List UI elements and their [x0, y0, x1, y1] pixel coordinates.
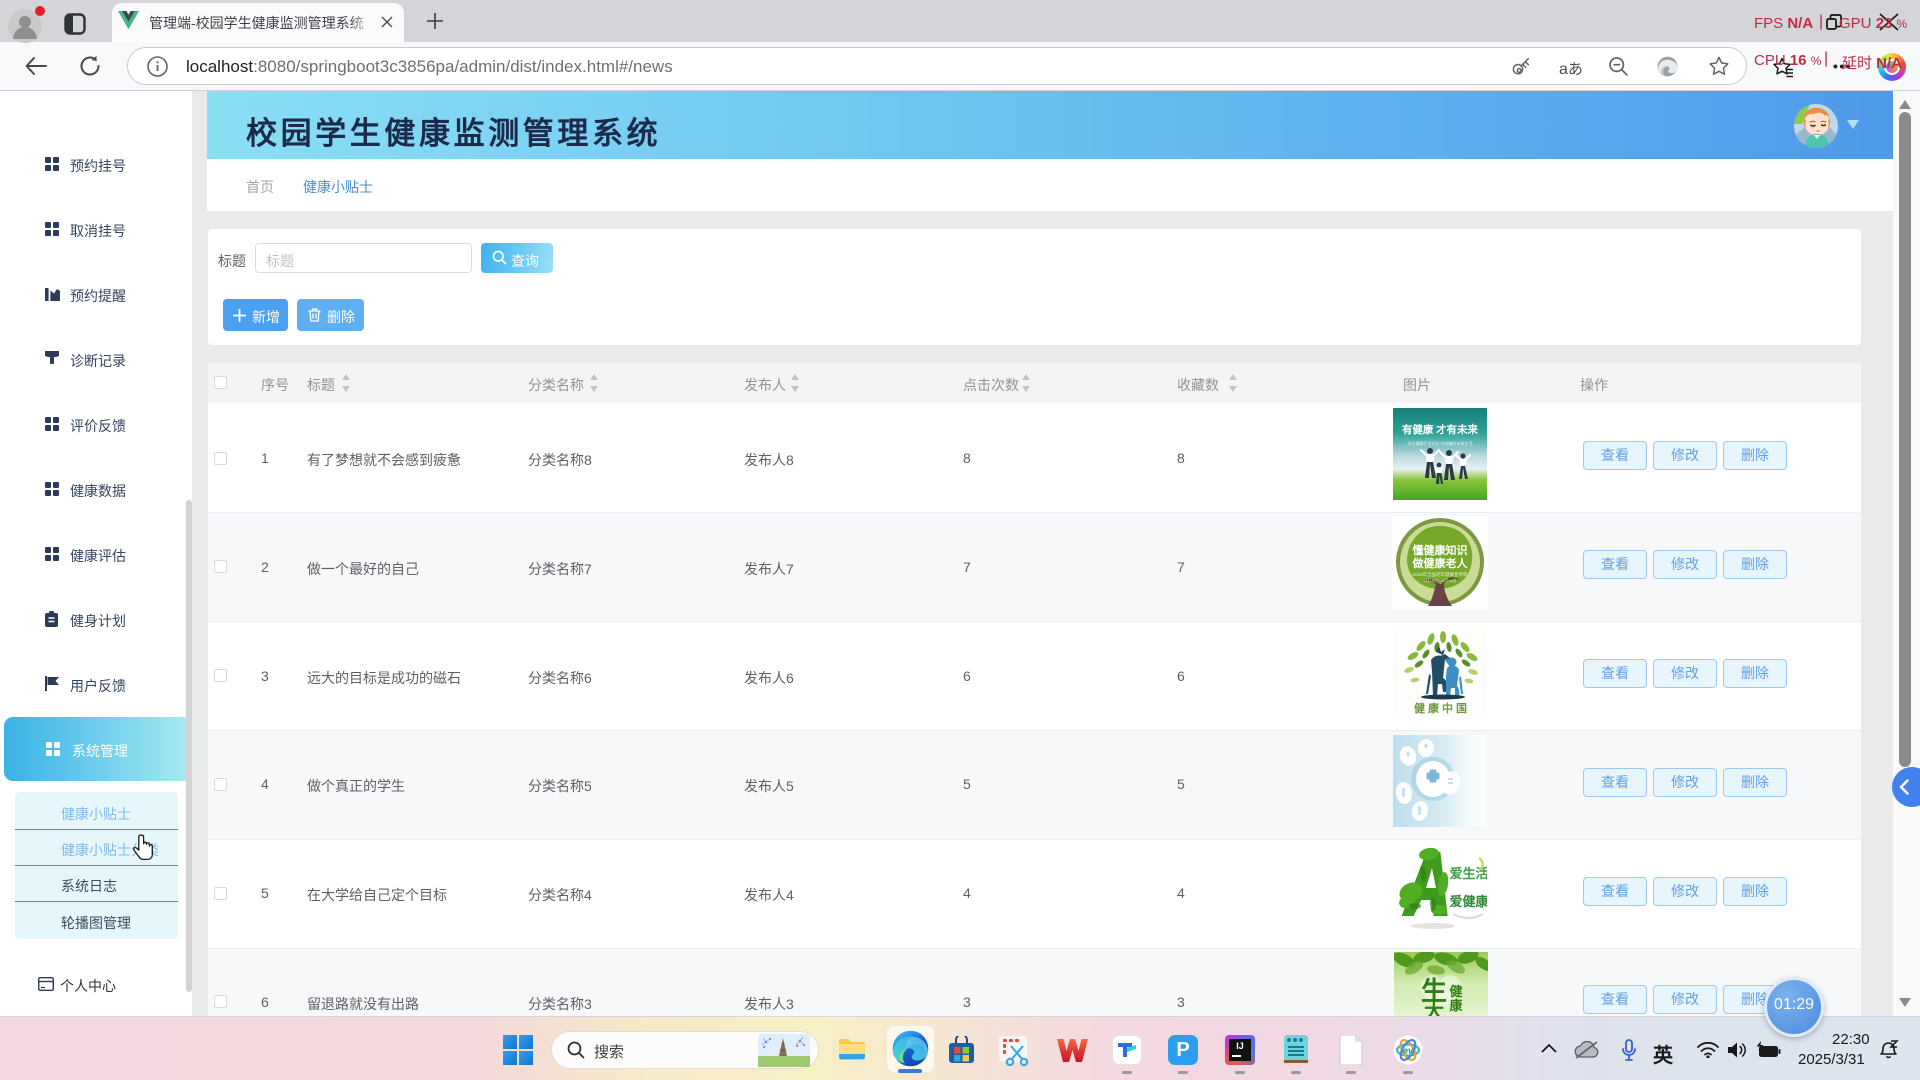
svg-text:关注健康生活方式 共创美好未来生活: 关注健康生活方式 共创美好未来生活: [1407, 440, 1472, 446]
svg-text:康: 康: [1449, 998, 1463, 1013]
svg-text:有健康 才有未来: 有健康 才有未来: [1402, 423, 1479, 436]
svg-text:6月10日—6月16日: 6月10日—6月16日: [1423, 578, 1456, 583]
svg-text:爱健康: 爱健康: [1449, 894, 1487, 909]
svg-text:2019年全国老年健康宣传周: 2019年全国老年健康宣传周: [1412, 571, 1467, 578]
svg-text:ev: ev: [1403, 1046, 1414, 1056]
svg-text:懂健康知识: 懂健康知识: [1413, 543, 1468, 557]
svg-text:健: 健: [1449, 984, 1462, 999]
svg-text:大: 大: [1424, 1000, 1444, 1016]
svg-text:健康中国: 健康中国: [1414, 701, 1470, 715]
svg-text:做健康老人: 做健康老人: [1412, 556, 1469, 570]
